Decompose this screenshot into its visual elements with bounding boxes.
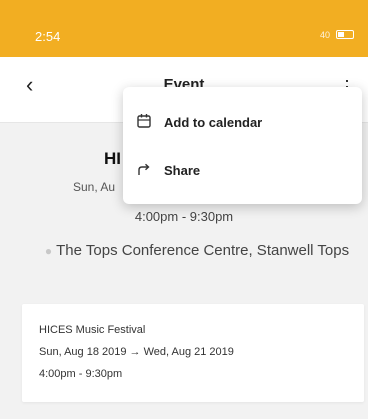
share-icon (138, 163, 150, 175)
event-location-text: The Tops Conference Centre, Stanwell Top… (56, 242, 350, 259)
menu-item-add-to-calendar[interactable]: Add to calendar (123, 101, 362, 145)
network-indicator: 40 (319, 30, 330, 40)
battery-icon (336, 30, 354, 39)
event-summary-card[interactable]: HICES Music Festival Sun, Aug 18 2019 → … (22, 304, 364, 402)
menu-item-label: Add to calendar (164, 115, 263, 130)
menu-item-share[interactable]: Share (123, 149, 362, 193)
location-pin-icon: ● (44, 244, 53, 258)
event-time: 4:00pm - 9:30pm (134, 209, 234, 224)
menu-item-label: Share (164, 163, 201, 178)
status-time: 2:54 (35, 29, 61, 44)
card-dates: Sun, Aug 18 2019 → Wed, Aug 21 2019 (39, 346, 234, 358)
status-bar: 2:54 40 (0, 0, 368, 57)
calendar-icon (137, 114, 151, 128)
options-menu: Add to calendar Share (123, 87, 362, 204)
card-title: HICES Music Festival (39, 324, 146, 336)
card-time: 4:00pm - 9:30pm (39, 368, 123, 380)
event-title: HI (104, 149, 121, 168)
event-location[interactable]: ● The Tops Conference Centre, Stanwell To… (40, 241, 354, 261)
